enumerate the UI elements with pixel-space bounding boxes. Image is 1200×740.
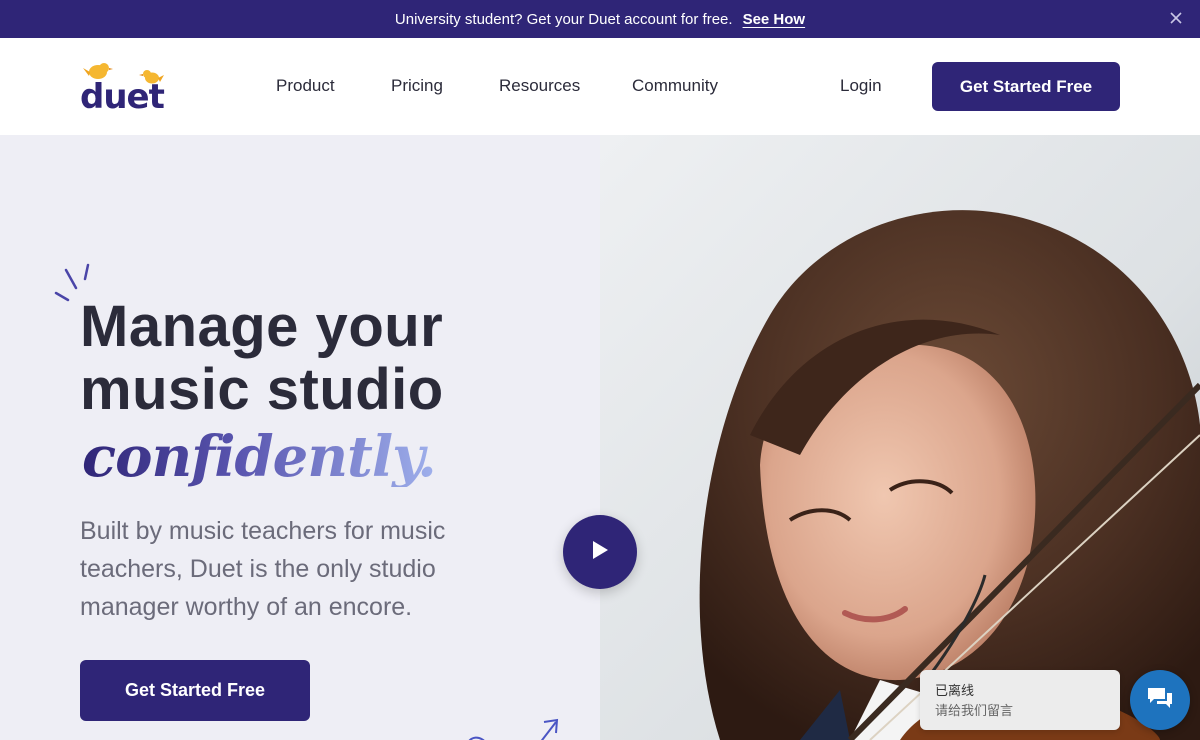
chat-prompt: 请给我们留言	[935, 704, 1014, 719]
announcement-bar: University student? Get your Duet accoun…	[0, 0, 1200, 38]
chat-message-bubble[interactable]: 已离线 请给我们留言	[920, 670, 1120, 730]
hero-subtitle: Built by music teachers for music teache…	[80, 517, 446, 621]
chat-status: 已离线	[935, 684, 975, 699]
login-link[interactable]: Login	[840, 76, 882, 96]
hero-headline: Manage your music studio	[80, 295, 444, 421]
arrow-doodle-icon	[460, 710, 570, 740]
close-icon[interactable]	[1166, 8, 1186, 28]
chat-launcher-button[interactable]	[1130, 670, 1190, 730]
see-how-link[interactable]: See How	[743, 11, 806, 28]
nav-product[interactable]: Product	[276, 76, 335, 96]
play-video-button[interactable]	[563, 515, 637, 589]
hero-section: Manage your music studio confidently. Bu…	[0, 135, 1200, 740]
hero-photo-violinist	[600, 135, 1200, 740]
header-get-started-button[interactable]: Get Started Free	[932, 62, 1120, 111]
nav-resources[interactable]: Resources	[499, 76, 580, 96]
play-icon	[590, 539, 610, 566]
headline-emphasis: confidently.	[82, 424, 437, 490]
hero-get-started-button[interactable]: Get Started Free	[80, 660, 310, 721]
headline-line-2: music studio	[80, 357, 444, 422]
nav-pricing[interactable]: Pricing	[391, 76, 443, 96]
headline-line-1: Manage your	[80, 294, 444, 359]
chat-icon	[1145, 685, 1175, 716]
nav-community[interactable]: Community	[632, 76, 718, 96]
duet-logo[interactable]: duet	[78, 60, 172, 117]
logo-wordmark: duet	[80, 77, 165, 116]
hero-text-panel: Manage your music studio confidently. Bu…	[0, 135, 600, 740]
announcement-message: University student? Get your Duet accoun…	[394, 10, 733, 28]
site-header: duet Product Pricing Resources Community…	[0, 38, 1200, 135]
